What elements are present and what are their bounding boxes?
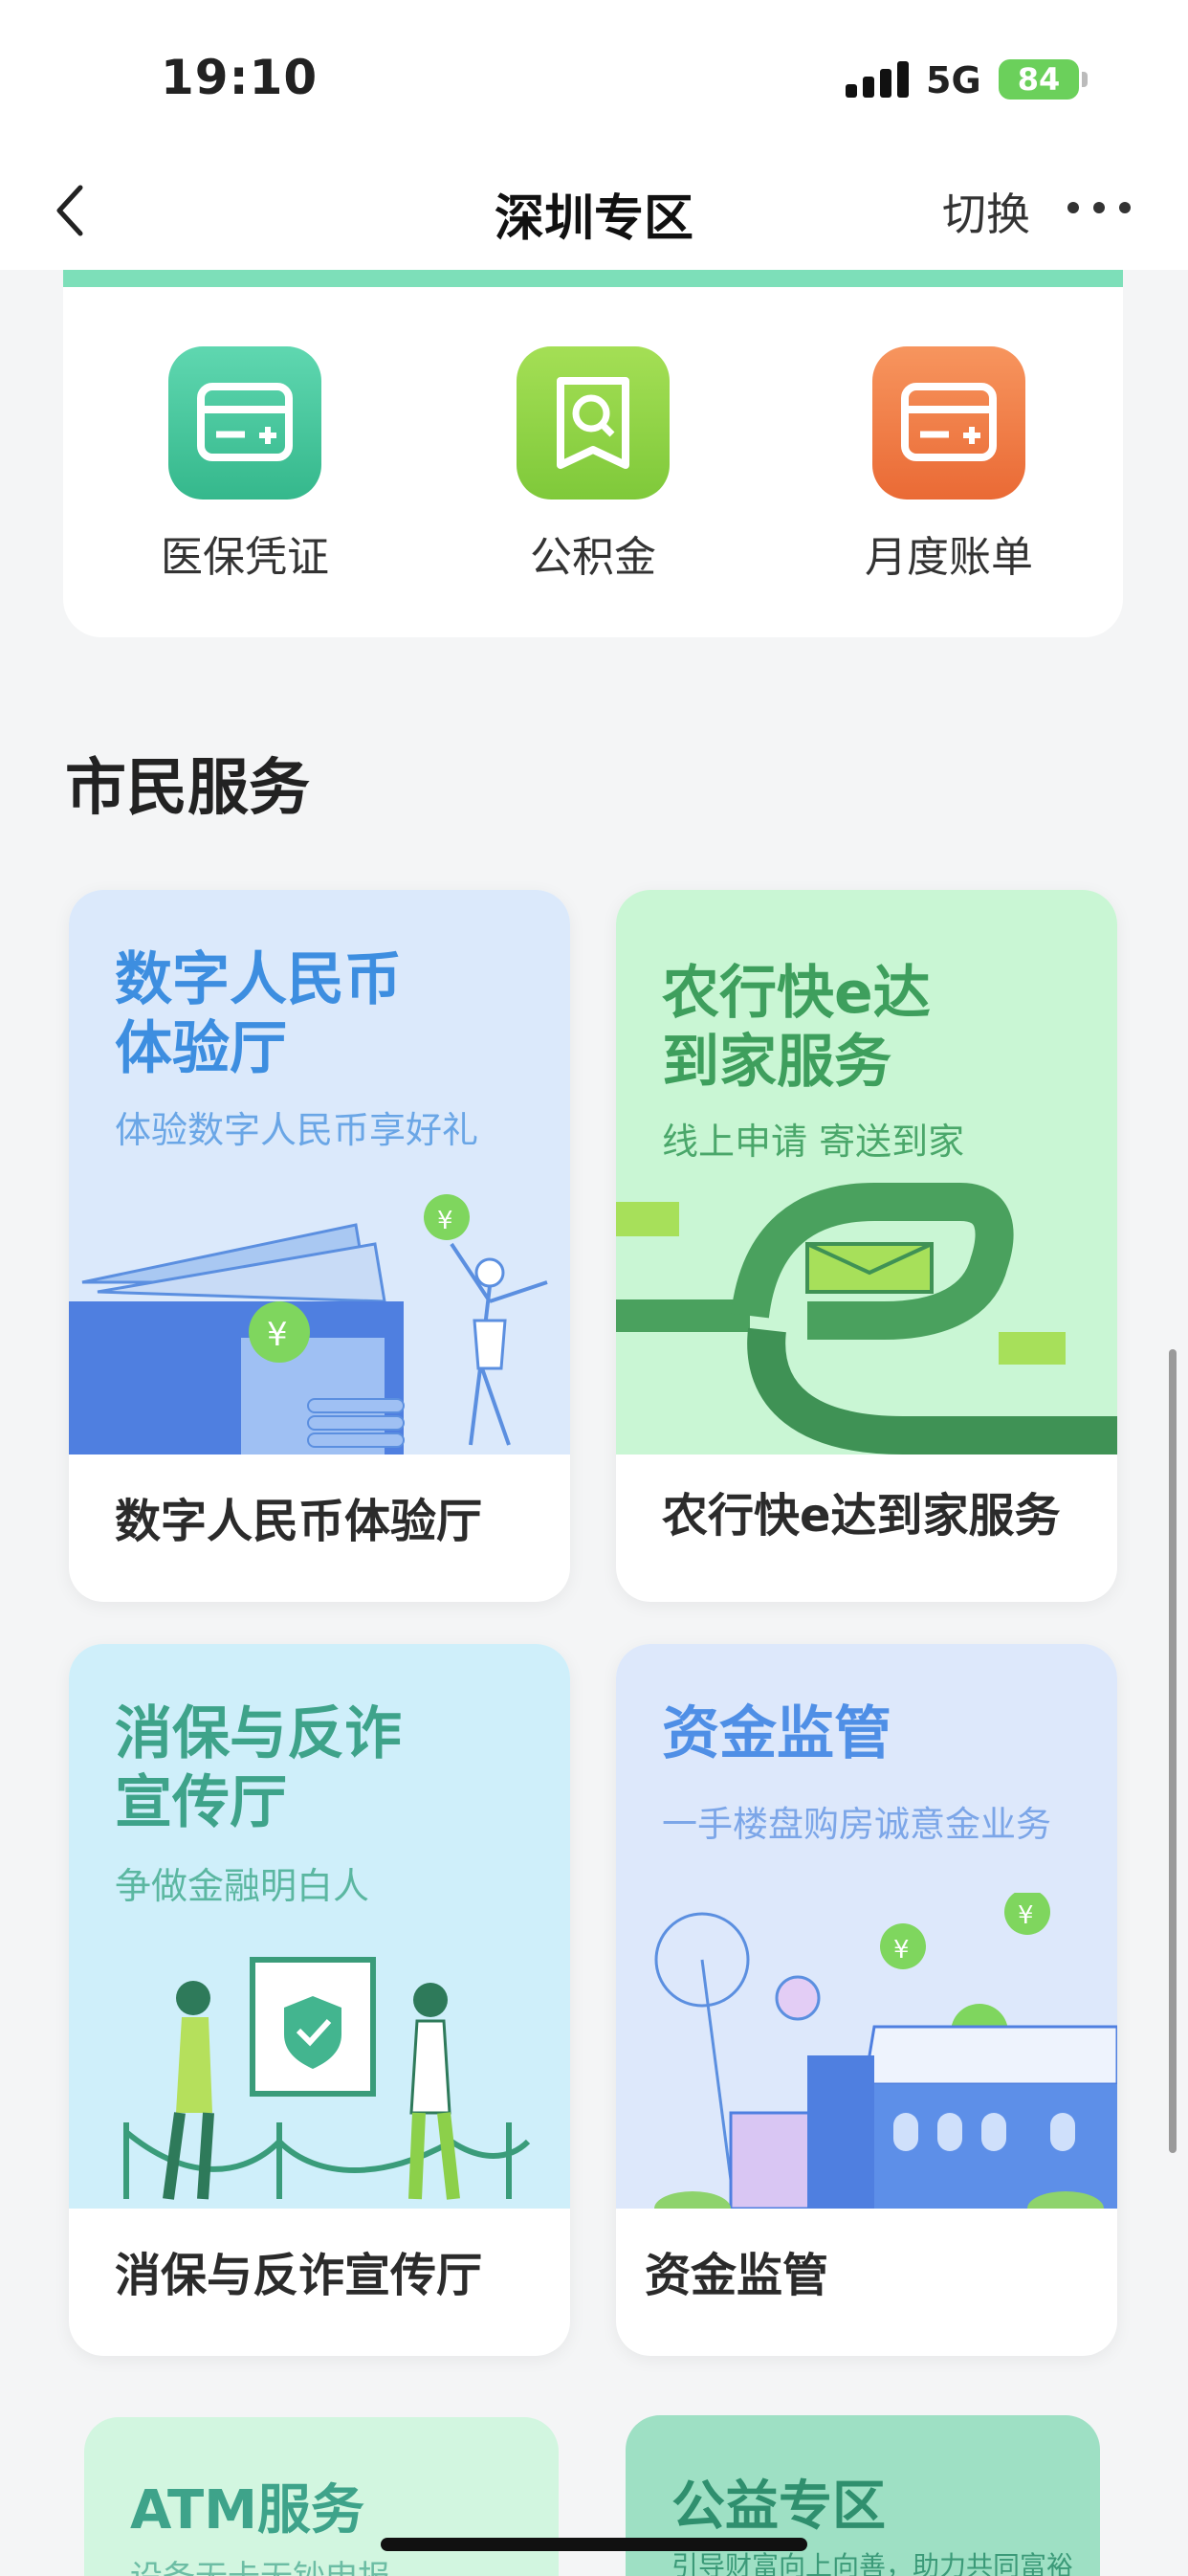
- tile-banner: 数字人民币 体验厅 体验数字人民币享好礼 ¥ ¥: [69, 890, 570, 1455]
- tile-title: 数字人民币 体验厅: [115, 945, 402, 1083]
- tile-subtitle: 线上申请 寄送到家: [662, 1121, 965, 1163]
- tile-fund-supervision[interactable]: 资金监管 一手楼盘购房诚意金业务 ¥ ¥ 资金监管: [616, 1644, 1117, 2356]
- card-icon: [168, 346, 321, 500]
- bill-card-icon: [872, 346, 1025, 500]
- tile-subtitle: 争做金融明白人: [115, 1865, 370, 1907]
- quick-action-label: 公积金: [530, 533, 656, 582]
- building-illustration: ¥ ¥: [654, 1893, 1117, 2209]
- status-time: 19:10: [161, 50, 319, 105]
- tile-title-line2: 到家服务: [662, 1029, 891, 1096]
- tile-title: 农行快e达 到家服务: [662, 959, 931, 1097]
- scrollbar[interactable]: [1169, 1349, 1177, 2153]
- tile-subtitle: 体验数字人民币享好礼: [115, 1109, 479, 1151]
- tile-atm-service[interactable]: ATM服务 设备无卡无钞申报: [84, 2417, 559, 2576]
- tile-public-welfare[interactable]: 公益专区 引导财富向上向善，助力共同富裕: [626, 2415, 1100, 2576]
- svg-text:¥: ¥: [893, 1936, 910, 1965]
- quick-action-housing-fund[interactable]: 公积金: [488, 346, 698, 584]
- quick-action-label: 医保凭证: [161, 533, 329, 582]
- tile-footer: 农行快e达到家服务: [662, 1489, 1061, 1543]
- wallet-illustration: ¥ ¥: [69, 1194, 548, 1455]
- tile-footer: 消保与反诈宣传厅: [115, 2249, 483, 2302]
- home-indicator[interactable]: [381, 2538, 807, 2551]
- quick-action-medical-voucher[interactable]: 医保凭证: [140, 346, 350, 584]
- svg-text:¥: ¥: [1018, 1901, 1034, 1930]
- tile-title-line1: 消保与反诈: [115, 1700, 402, 1767]
- signal-icon: [846, 61, 909, 98]
- tile-title-line1: 农行快e达: [662, 960, 931, 1027]
- quick-action-label: 月度账单: [865, 533, 1033, 582]
- tile-footer: 资金监管: [645, 2249, 829, 2302]
- tile-banner: 农行快e达 到家服务 线上申请 寄送到家: [616, 890, 1117, 1455]
- tile-title: 公益专区: [671, 2476, 886, 2538]
- tile-subtitle: 一手楼盘购房诚意金业务: [662, 1804, 1051, 1845]
- tile-banner: 消保与反诈 宣传厅 争做金融明白人: [69, 1644, 570, 2209]
- tile-subtitle: 设备无卡无钞申报: [130, 2551, 390, 2576]
- document-search-icon: [517, 346, 670, 500]
- tile-title: 资金监管: [662, 1699, 891, 1768]
- tile-digital-rmb[interactable]: 数字人民币 体验厅 体验数字人民币享好礼 ¥ ¥ 数字人民币体验厅: [69, 890, 570, 1602]
- tile-title: ATM服务: [130, 2479, 364, 2542]
- svg-text:¥: ¥: [267, 1316, 288, 1354]
- section-title: 市民服务: [65, 753, 310, 824]
- tile-abc-delivery[interactable]: 农行快e达 到家服务 线上申请 寄送到家 农行快e达到家服务: [616, 890, 1117, 1602]
- more-menu-icon[interactable]: [1067, 196, 1131, 219]
- tile-title-line1: 数字人民币: [115, 946, 402, 1013]
- tile-title-line1: 资金监管: [662, 1700, 891, 1767]
- e-road-illustration: [616, 1183, 1117, 1455]
- tile-banner: 资金监管 一手楼盘购房诚意金业务 ¥ ¥: [616, 1644, 1117, 2209]
- tile-title-line2: 宣传厅: [115, 1769, 287, 1836]
- tile-title-line2: 体验厅: [115, 1015, 287, 1082]
- tile-title: 消保与反诈 宣传厅: [115, 1699, 402, 1837]
- banner-bottom-edge: [63, 270, 1123, 287]
- tile-consumer-protection[interactable]: 消保与反诈 宣传厅 争做金融明白人 消保与反诈宣传厅: [69, 1644, 570, 2356]
- top-bar: 19:10 5G 84 深圳专区 切换: [0, 0, 1188, 270]
- exhibition-illustration: [123, 1957, 531, 2200]
- switch-button[interactable]: 切换: [942, 180, 1030, 243]
- tile-footer: 数字人民币体验厅: [115, 1495, 483, 1548]
- network-type: 5G: [926, 59, 981, 101]
- battery-icon: 84: [999, 59, 1088, 100]
- quick-action-monthly-bill[interactable]: 月度账单: [844, 346, 1054, 584]
- svg-text:¥: ¥: [437, 1207, 453, 1235]
